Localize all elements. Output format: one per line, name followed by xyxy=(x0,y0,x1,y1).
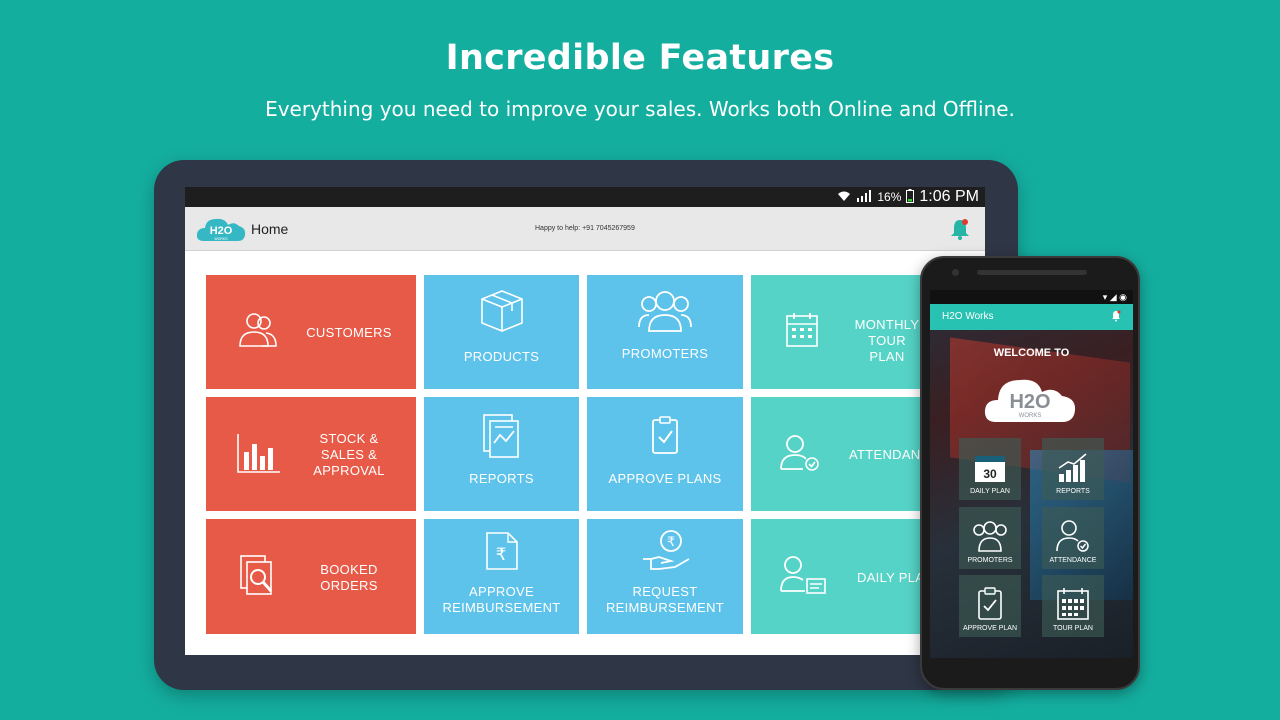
tile-label: REQUEST REIMBURSEMENT xyxy=(605,584,725,615)
hero-title: Incredible Features xyxy=(445,38,835,78)
bell-icon[interactable] xyxy=(949,217,971,241)
tile-label: ATTENDANCE xyxy=(849,447,921,462)
phone-tile-label: DAILY PLAN xyxy=(970,488,1010,495)
group-icon xyxy=(638,291,692,332)
hand-coin-icon: ₹ xyxy=(643,530,690,570)
phone-tile-label: ATTENDANCE xyxy=(1049,557,1097,564)
phone-tile-label: TOUR PLAN xyxy=(1053,625,1093,632)
logo-subtext: WORKS xyxy=(214,237,228,241)
phone-app-title: H2O Works xyxy=(942,311,994,322)
tile-request-reimbursement[interactable]: ₹ REQUEST REIMBURSEMENT xyxy=(587,519,743,634)
group-icon xyxy=(973,521,1007,552)
clock: 1:06 PM xyxy=(919,188,979,205)
search-document-icon xyxy=(240,555,273,595)
signal-icon xyxy=(856,189,872,205)
hero-subtitle: Everything you need to improve your sale… xyxy=(265,97,1015,121)
welcome-text: WELCOME TO xyxy=(993,347,1070,359)
h2o-logo: H2O WORKS xyxy=(196,218,246,241)
app-bar: H2O WORKS Home Happy to help: +91 704526… xyxy=(185,207,985,251)
report-icon xyxy=(483,414,519,458)
logo-text: H2O xyxy=(210,225,233,237)
customers-icon xyxy=(239,313,277,347)
bar-chart-icon xyxy=(237,434,280,473)
calendar-grid-icon xyxy=(1057,588,1089,620)
calendar-day: 30 xyxy=(983,467,997,481)
tile-reports[interactable]: REPORTS xyxy=(424,397,579,511)
user-check-icon xyxy=(1056,520,1089,552)
battery-icon xyxy=(906,188,915,206)
tile-label: APPROVE PLANS xyxy=(608,471,722,486)
tile-booked-orders[interactable]: BOOKED ORDERS xyxy=(206,519,416,634)
tile-customers[interactable]: CUSTOMERS xyxy=(206,275,416,389)
status-bar: 16% 1:06 PM xyxy=(185,187,985,207)
tile-attendance[interactable]: ATTENDANCE xyxy=(751,397,921,511)
tile-daily-plan[interactable]: DAILY PLAN xyxy=(751,519,921,634)
tile-stock-sales-approval[interactable]: STOCK & SALES & APPROVAL xyxy=(206,397,416,511)
page-title: Home xyxy=(251,221,289,237)
phone-tile-attendance[interactable]: ATTENDANCE xyxy=(1042,507,1104,569)
user-card-icon xyxy=(780,556,826,594)
phone-status-bar: ▾ ◢ ◉ xyxy=(930,290,1133,304)
clipboard-check-icon xyxy=(978,587,1002,620)
tile-label: PROMOTERS xyxy=(621,346,709,361)
box-icon xyxy=(481,290,523,332)
bell-icon[interactable] xyxy=(1111,310,1121,322)
tile-label: REPORTS xyxy=(469,471,534,486)
phone-tile-tour-plan[interactable]: TOUR PLAN xyxy=(1042,575,1104,637)
svg-text:₹: ₹ xyxy=(667,535,675,550)
user-check-icon xyxy=(780,435,819,471)
tile-label: STOCK & SALES & APPROVAL xyxy=(313,431,385,478)
wifi-icon xyxy=(837,190,851,205)
tile-products[interactable]: PRODUCTS xyxy=(424,275,579,389)
phone-tile-reports[interactable]: REPORTS xyxy=(1042,438,1104,500)
tile-label: CUSTOMERS xyxy=(306,325,392,340)
calendar-icon: 30 xyxy=(975,456,1005,482)
tile-approve-plans[interactable]: APPROVE PLANS xyxy=(587,397,743,511)
battery-percent: 16% xyxy=(877,190,902,204)
help-text: Happy to help: +91 7045267959 xyxy=(535,225,635,232)
phone-tile-label: APPROVE PLAN xyxy=(962,625,1018,632)
svg-text:₹: ₹ xyxy=(496,545,507,565)
phone-tile-promoters[interactable]: PROMOTERS xyxy=(959,507,1021,569)
bar-chart-icon xyxy=(1058,453,1087,482)
clipboard-check-icon xyxy=(652,416,678,454)
phone-tile-label: REPORTS xyxy=(1056,488,1090,495)
phone-tile-label: PROMOTERS xyxy=(967,557,1013,564)
tile-promoters[interactable]: PROMOTERS xyxy=(587,275,743,389)
logo-text: H2O xyxy=(1009,391,1050,413)
phone-tile-daily-plan[interactable]: 30 DAILY PLAN xyxy=(959,438,1021,500)
tile-label: BOOKED ORDERS xyxy=(320,562,378,593)
rupee-document-icon: ₹ xyxy=(486,532,518,570)
h2o-logo: H2O WORKS xyxy=(984,379,1076,422)
phone-speaker xyxy=(977,270,1087,275)
tile-monthly-tour-plan[interactable]: MONTHLY TOUR PLAN xyxy=(751,275,921,389)
phone-tile-approve-plan[interactable]: APPROVE PLAN xyxy=(959,575,1021,637)
tile-label: APPROVE REIMBURSEMENT xyxy=(442,584,561,615)
calendar-icon xyxy=(786,313,818,347)
phone-camera xyxy=(952,269,959,276)
phone-screen: ▾ ◢ ◉ H2O Works WELCOME TO H2O WORKS 30 … xyxy=(930,290,1133,658)
phone-app-bar: H2O Works xyxy=(930,304,1133,330)
tile-approve-reimbursement[interactable]: ₹ APPROVE REIMBURSEMENT xyxy=(424,519,579,634)
logo-subtext: WORKS xyxy=(1019,413,1042,419)
tile-label: MONTHLY TOUR PLAN xyxy=(854,317,920,364)
tile-label: DAILY PLAN xyxy=(857,570,921,585)
tile-label: PRODUCTS xyxy=(463,349,540,364)
